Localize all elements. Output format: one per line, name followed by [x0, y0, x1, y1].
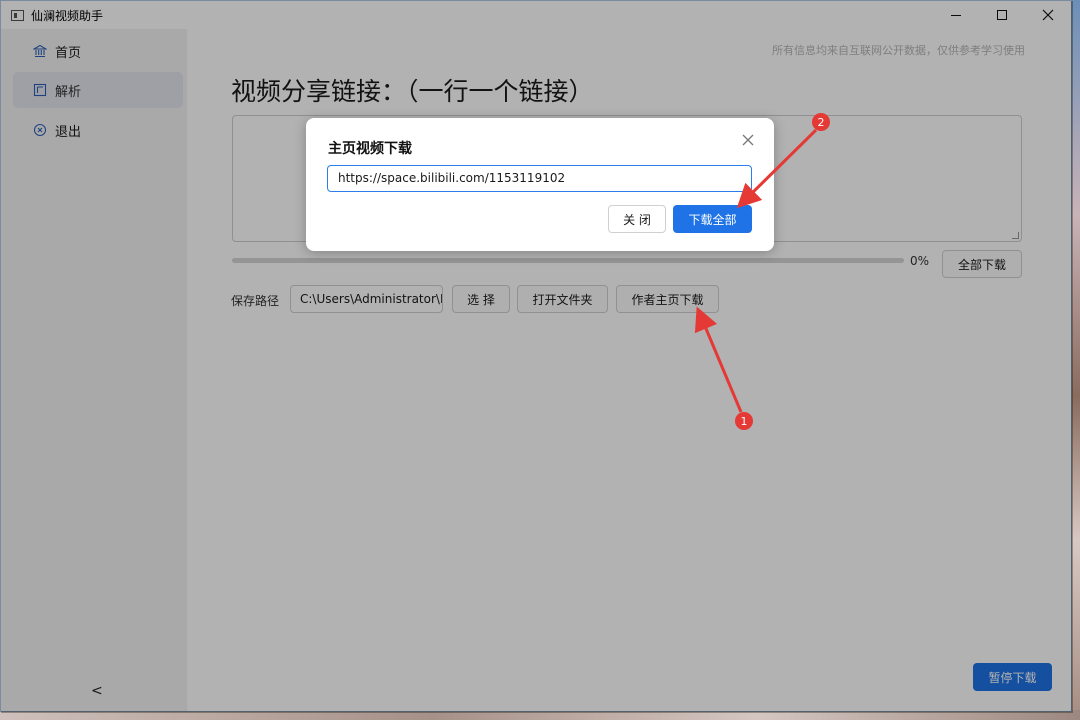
dialog-title: 主页视频下载	[328, 141, 412, 157]
dialog-close-button[interactable]	[740, 132, 756, 148]
homepage-download-dialog: 主页视频下载 https://space.bilibili.com/115311…	[306, 118, 774, 251]
modal-overlay[interactable]	[1, 1, 1073, 713]
homepage-url-input[interactable]: https://space.bilibili.com/1153119102	[327, 165, 752, 192]
close-icon	[742, 134, 754, 146]
app-window: 仙澜视频助手 首页 解析 退出 < 所有信息均来自互联网公开数据，仅供参考学习使…	[0, 0, 1073, 713]
download-all-dialog-button[interactable]: 下载全部	[673, 205, 752, 233]
dialog-cancel-button[interactable]: 关 闭	[608, 205, 666, 233]
